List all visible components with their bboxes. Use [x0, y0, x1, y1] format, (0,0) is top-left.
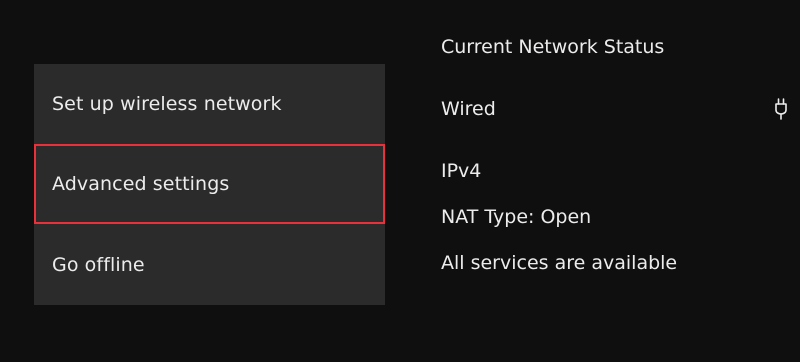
advanced-settings-button[interactable]: Advanced settings: [34, 144, 385, 224]
go-offline-button[interactable]: Go offline: [34, 225, 385, 305]
connection-type: Wired: [441, 98, 496, 120]
setup-wireless-network-button[interactable]: Set up wireless network: [34, 64, 385, 144]
menu-item-label: Set up wireless network: [52, 93, 282, 115]
menu-item-label: Go offline: [52, 254, 145, 276]
nat-type: NAT Type: Open: [441, 206, 592, 228]
ip-version: IPv4: [441, 160, 482, 182]
ethernet-plug-icon: [775, 98, 787, 120]
network-status-title: Current Network Status: [441, 36, 665, 58]
network-menu: Set up wireless network Advanced setting…: [34, 64, 385, 305]
network-status-panel: Current Network Status Wired IPv4 NAT Ty…: [441, 0, 800, 362]
menu-item-label: Advanced settings: [52, 173, 230, 195]
services-status: All services are available: [441, 252, 678, 274]
